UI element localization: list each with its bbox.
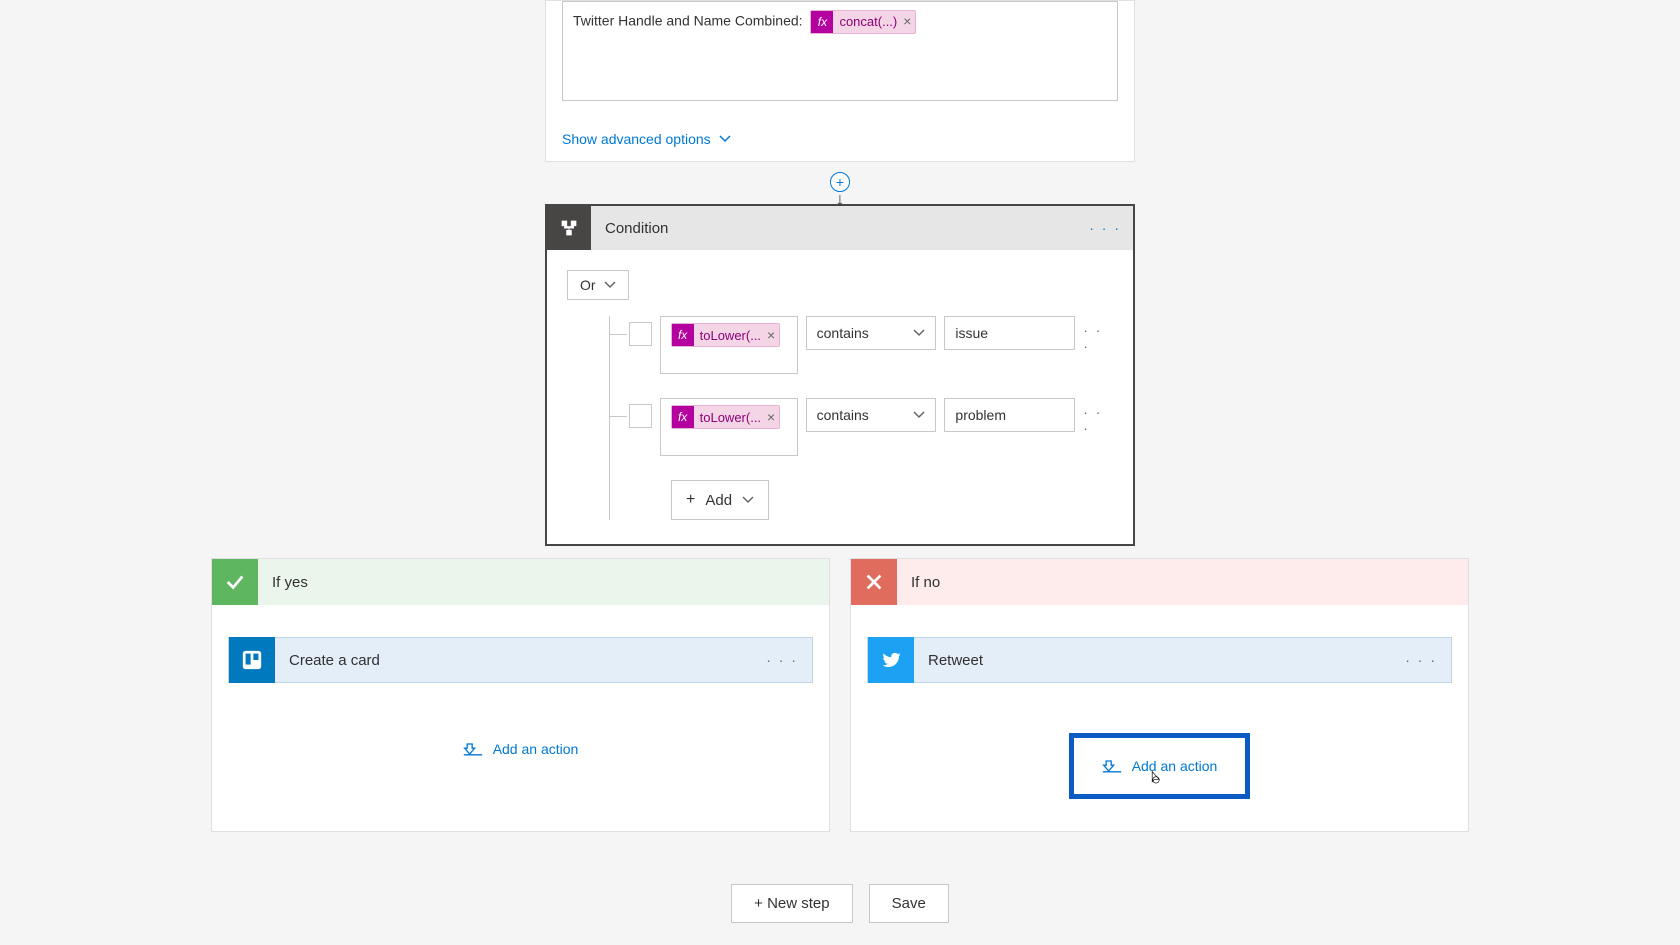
chevron-down-icon <box>604 279 616 291</box>
action-more-button[interactable]: · · · <box>766 652 798 668</box>
field-label: Twitter Handle and Name Combined: <box>573 13 803 29</box>
value-left-input[interactable]: fx toLower(... × <box>660 316 798 374</box>
footer-buttons: + New step Save <box>0 884 1680 923</box>
value-text: problem <box>955 407 1006 423</box>
operator-dropdown[interactable]: contains <box>806 316 937 350</box>
add-action-button-no[interactable]: Add an action <box>1069 733 1251 799</box>
branch-header-yes: If yes <box>212 559 829 605</box>
chevron-down-icon <box>913 409 925 421</box>
chevron-down-icon <box>742 494 754 506</box>
condition-row: fx toLower(... × contains issue <box>629 316 1113 374</box>
condition-more-button[interactable]: · · · <box>1089 220 1121 236</box>
operator-label: contains <box>817 407 869 423</box>
tree-connector <box>609 316 629 520</box>
chevron-down-icon <box>719 133 731 145</box>
description-field[interactable]: Twitter Handle and Name Combined: fx con… <box>562 1 1118 101</box>
check-icon <box>212 559 258 605</box>
trello-icon <box>229 637 275 683</box>
advanced-options-label: Show advanced options <box>562 131 711 147</box>
add-action-button-yes[interactable]: Add an action <box>449 733 593 765</box>
add-action-label: Add an action <box>493 741 579 757</box>
fx-icon: fx <box>672 406 694 428</box>
expression-token-tolower[interactable]: fx toLower(... × <box>671 405 781 429</box>
value-right-input[interactable]: issue <box>944 316 1075 350</box>
action-more-button[interactable]: · · · <box>1405 652 1437 668</box>
expression-token-tolower[interactable]: fx toLower(... × <box>671 323 781 347</box>
branch-title: If no <box>911 574 940 591</box>
row-checkbox[interactable] <box>629 322 652 346</box>
new-step-button[interactable]: + New step <box>731 884 852 923</box>
if-yes-branch: If yes Create a card · · · Add an action <box>211 558 830 832</box>
action-title: Create a card <box>289 652 380 669</box>
branch-title: If yes <box>272 574 308 591</box>
condition-card: Condition · · · Or fx <box>545 204 1135 546</box>
add-action-icon <box>1102 759 1122 773</box>
add-label: Add <box>705 492 732 509</box>
row-checkbox[interactable] <box>629 404 652 428</box>
value-text: issue <box>955 325 988 341</box>
action-title: Retweet <box>928 652 983 669</box>
fx-icon: fx <box>672 324 694 346</box>
action-create-card[interactable]: Create a card · · · <box>228 637 813 683</box>
save-label: Save <box>892 895 926 912</box>
connector: + ↓ <box>0 162 1680 204</box>
condition-icon <box>547 206 591 250</box>
condition-row: fx toLower(... × contains problem <box>629 398 1113 456</box>
value-left-input[interactable]: fx toLower(... × <box>660 398 798 456</box>
add-condition-button[interactable]: + Add <box>671 480 769 520</box>
cursor-icon <box>1146 768 1176 791</box>
add-action-icon <box>463 742 483 756</box>
twitter-icon <box>868 637 914 683</box>
operator-dropdown[interactable]: contains <box>806 398 937 432</box>
insert-step-button[interactable]: + <box>830 172 850 192</box>
fx-icon: fx <box>811 11 833 33</box>
token-label: concat(...) <box>839 13 897 31</box>
remove-token-icon[interactable]: × <box>903 12 911 32</box>
value-right-input[interactable]: problem <box>944 398 1075 432</box>
chevron-down-icon <box>913 327 925 339</box>
condition-header[interactable]: Condition · · · <box>547 206 1133 250</box>
save-button[interactable]: Save <box>869 884 949 923</box>
close-icon <box>851 559 897 605</box>
row-more-button[interactable]: · · · <box>1083 404 1113 436</box>
branch-header-no: If no <box>851 559 1468 605</box>
action-retweet[interactable]: Retweet · · · <box>867 637 1452 683</box>
remove-token-icon[interactable]: × <box>767 409 775 425</box>
expression-token-concat[interactable]: fx concat(...) × <box>810 10 916 34</box>
plus-icon: + <box>686 491 695 509</box>
row-more-button[interactable]: · · · <box>1083 322 1113 354</box>
token-label: toLower(... <box>700 410 761 425</box>
if-no-branch: If no Retweet · · · Add an action <box>850 558 1469 832</box>
remove-token-icon[interactable]: × <box>767 327 775 343</box>
new-step-label: + New step <box>754 895 829 912</box>
arrow-down-icon: ↓ <box>836 194 845 204</box>
logic-label: Or <box>580 277 596 293</box>
condition-branches: If yes Create a card · · · Add an action <box>211 558 1469 832</box>
condition-title: Condition <box>605 220 668 237</box>
compose-action-card: Twitter Handle and Name Combined: fx con… <box>545 0 1135 162</box>
logic-operator-dropdown[interactable]: Or <box>567 270 629 300</box>
operator-label: contains <box>817 325 869 341</box>
token-label: toLower(... <box>700 328 761 343</box>
show-advanced-options-link[interactable]: Show advanced options <box>562 131 731 147</box>
